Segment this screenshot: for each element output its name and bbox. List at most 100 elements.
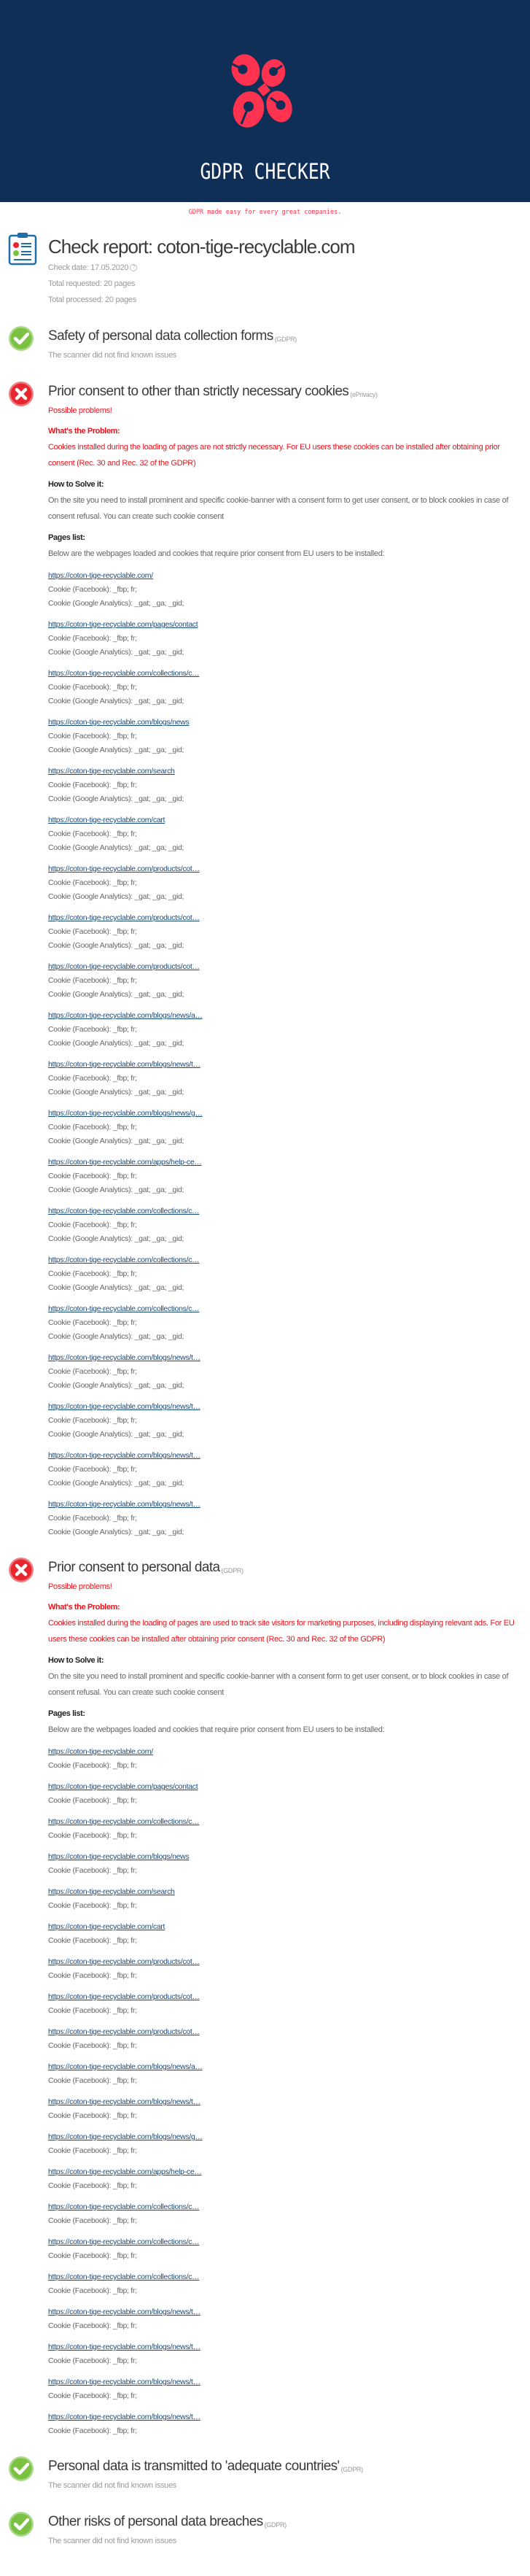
list-item: https://coton-tige-recyclable.com/produc… <box>48 1955 527 1983</box>
page-link[interactable]: https://coton-tige-recyclable.com/produc… <box>48 1990 527 2004</box>
cookie-info: Cookie (Facebook): _fbp; fr; <box>48 1901 137 1910</box>
cookie-info: Cookie (Facebook): _fbp; fr; <box>48 1269 137 1278</box>
regulation-tag: (GDPR) <box>221 1567 244 1574</box>
page-link[interactable]: https://coton-tige-recyclable.com/collec… <box>48 2235 527 2249</box>
list-item: https://coton-tige-recyclable.com/produc… <box>48 960 527 1002</box>
cookie-info: Cookie (Facebook): _fbp; fr; <box>48 1465 137 1474</box>
list-item: https://coton-tige-recyclable.com/Cookie… <box>48 569 527 611</box>
problem-text: Cookies installed during the loading of … <box>48 1619 515 1644</box>
page-link[interactable]: https://coton-tige-recyclable.com/blogs/… <box>48 1449 527 1463</box>
list-item: https://coton-tige-recyclable.com/blogs/… <box>48 1400 527 1442</box>
list-item: https://coton-tige-recyclable.com/collec… <box>48 1302 527 1344</box>
page-link[interactable]: https://coton-tige-recyclable.com/blogs/… <box>48 1850 527 1864</box>
brand-title: GDPR CHECKER <box>200 159 330 184</box>
list-item: https://coton-tige-recyclable.com/collec… <box>48 2200 527 2228</box>
page-link[interactable]: https://coton-tige-recyclable.com/pages/… <box>48 618 527 632</box>
section-status: The scanner did not find known issues <box>48 2537 177 2545</box>
page-link[interactable]: https://coton-tige-recyclable.com/blogs/… <box>48 2375 527 2389</box>
page-link[interactable]: https://coton-tige-recyclable.com/blogs/… <box>48 1400 527 1414</box>
gdpr-checker-logo-icon <box>230 54 292 128</box>
cookie-info: Cookie (Facebook): _fbp; fr; <box>48 1123 137 1132</box>
page-link[interactable]: https://coton-tige-recyclable.com/blogs/… <box>48 2340 527 2354</box>
brand-tagline: GDPR made easy for every great companies… <box>188 209 342 216</box>
page-link[interactable]: https://coton-tige-recyclable.com/blogs/… <box>48 2095 527 2109</box>
page-link[interactable]: https://coton-tige-recyclable.com/blogs/… <box>48 1107 527 1121</box>
page-link[interactable]: https://coton-tige-recyclable.com/blogs/… <box>48 1009 527 1023</box>
page-link[interactable]: https://coton-tige-recyclable.com/collec… <box>48 1253 527 1267</box>
cookie-info: Cookie (Facebook): _fbp; fr; <box>48 2181 137 2190</box>
page-link[interactable]: https://coton-tige-recyclable.com/produc… <box>48 862 527 876</box>
list-item: https://coton-tige-recyclable.com/blogs/… <box>48 2340 527 2368</box>
cookie-info: Cookie (Google Analytics): _gat; _ga; _g… <box>48 941 184 950</box>
page-link[interactable]: https://coton-tige-recyclable.com/cart <box>48 1920 527 1934</box>
list-item: https://coton-tige-recyclable.com/blogs/… <box>48 1107 527 1148</box>
pages-list: https://coton-tige-recyclable.com/Cookie… <box>48 1745 527 2438</box>
regulation-tag: (GDPR) <box>264 2521 287 2529</box>
cookie-info: Cookie (Google Analytics): _gat; _ga; _g… <box>48 1528 184 1536</box>
cookie-info: Cookie (Facebook): _fbp; fr; <box>48 878 137 887</box>
page-link[interactable]: https://coton-tige-recyclable.com/produc… <box>48 1955 527 1969</box>
page-link[interactable]: https://coton-tige-recyclable.com/blogs/… <box>48 716 527 730</box>
cookie-info: Cookie (Facebook): _fbp; fr; <box>48 1221 137 1229</box>
cookie-info: Cookie (Facebook): _fbp; fr; <box>48 2146 137 2155</box>
cookie-info: Cookie (Google Analytics): _gat; _ga; _g… <box>48 1185 184 1194</box>
cookie-info: Cookie (Facebook): _fbp; fr; <box>48 2251 137 2260</box>
page-link[interactable]: https://coton-tige-recyclable.com/apps/h… <box>48 1156 527 1169</box>
page-link[interactable]: https://coton-tige-recyclable.com/produc… <box>48 2025 527 2039</box>
page-link[interactable]: https://coton-tige-recyclable.com/cart <box>48 813 527 827</box>
cookie-info: Cookie (Facebook): _fbp; fr; <box>48 2041 137 2050</box>
list-item: https://coton-tige-recyclable.com/blogs/… <box>48 1009 527 1051</box>
page-link[interactable]: https://coton-tige-recyclable.com/collec… <box>48 1815 527 1829</box>
cookie-info: Cookie (Google Analytics): _gat; _ga; _g… <box>48 990 184 999</box>
page-link[interactable]: https://coton-tige-recyclable.com/blogs/… <box>48 1058 527 1072</box>
page-link[interactable]: https://coton-tige-recyclable.com/blogs/… <box>48 2305 527 2319</box>
cookie-info: Cookie (Facebook): _fbp; fr; <box>48 1831 137 1840</box>
total-requested: Total requested: 20 pages <box>48 279 136 288</box>
page-link[interactable]: https://coton-tige-recyclable.com/collec… <box>48 667 527 681</box>
page-link[interactable]: https://coton-tige-recyclable.com/blogs/… <box>48 2130 527 2144</box>
page-link[interactable]: https://coton-tige-recyclable.com/produc… <box>48 960 527 974</box>
page-link[interactable]: https://coton-tige-recyclable.com/ <box>48 569 527 583</box>
list-item: https://coton-tige-recyclable.com/collec… <box>48 1204 527 1246</box>
cookie-info: Cookie (Google Analytics): _gat; _ga; _g… <box>48 697 184 705</box>
list-item: https://coton-tige-recyclable.com/Cookie… <box>48 1745 527 1773</box>
page-link[interactable]: https://coton-tige-recyclable.com/search <box>48 1885 527 1899</box>
help-icon[interactable]: ? <box>130 264 138 272</box>
section-title: Prior consent to other than strictly nec… <box>48 381 527 403</box>
section-title-text: Safety of personal data collection forms <box>48 328 273 344</box>
page-link[interactable]: https://coton-tige-recyclable.com/collec… <box>48 1302 527 1316</box>
pages-intro: Below are the webpages loaded and cookie… <box>48 549 385 558</box>
page-link[interactable]: https://coton-tige-recyclable.com/collec… <box>48 2200 527 2214</box>
problem-label: What's the Problem: <box>48 427 120 436</box>
page-link[interactable]: https://coton-tige-recyclable.com/blogs/… <box>48 2410 527 2424</box>
regulation-tag: (ePrivacy) <box>350 391 378 398</box>
list-item: https://coton-tige-recyclable.com/pages/… <box>48 618 527 660</box>
list-item: https://coton-tige-recyclable.com/collec… <box>48 667 527 708</box>
cookie-info: Cookie (Google Analytics): _gat; _ga; _g… <box>48 1283 184 1292</box>
cookie-info: Cookie (Facebook): _fbp; fr; <box>48 2006 137 2015</box>
pages-list: https://coton-tige-recyclable.com/Cookie… <box>48 569 527 1539</box>
page-link[interactable]: https://coton-tige-recyclable.com/blogs/… <box>48 1498 527 1512</box>
section-status: The scanner did not find known issues <box>48 351 177 360</box>
check-circle-icon <box>8 325 34 352</box>
page-link[interactable]: https://coton-tige-recyclable.com/blogs/… <box>48 1351 527 1365</box>
page-link[interactable]: https://coton-tige-recyclable.com/collec… <box>48 1204 527 1218</box>
page-link[interactable]: https://coton-tige-recyclable.com/apps/h… <box>48 2165 527 2179</box>
cookie-info: Cookie (Google Analytics): _gat; _ga; _g… <box>48 1332 184 1341</box>
page-link[interactable]: https://coton-tige-recyclable.com/collec… <box>48 2270 527 2284</box>
problem-text: Cookies installed during the loading of … <box>48 443 500 468</box>
list-item: https://coton-tige-recyclable.com/collec… <box>48 1253 527 1295</box>
page-link[interactable]: https://coton-tige-recyclable.com/produc… <box>48 911 527 925</box>
cookie-info: Cookie (Facebook): _fbp; fr; <box>48 1514 137 1523</box>
cookie-info: Cookie (Facebook): _fbp; fr; <box>48 2426 137 2435</box>
page-link[interactable]: https://coton-tige-recyclable.com/search <box>48 765 527 778</box>
cookie-info: Cookie (Google Analytics): _gat; _ga; _g… <box>48 648 184 657</box>
page-link[interactable]: https://coton-tige-recyclable.com/pages/… <box>48 1780 527 1794</box>
cookie-info: Cookie (Google Analytics): _gat; _ga; _g… <box>48 599 184 608</box>
list-item: https://coton-tige-recyclable.com/blogs/… <box>48 1351 527 1393</box>
cookie-info: Cookie (Google Analytics): _gat; _ga; _g… <box>48 1430 184 1439</box>
page-link[interactable]: https://coton-tige-recyclable.com/ <box>48 1745 527 1759</box>
page-link[interactable]: https://coton-tige-recyclable.com/blogs/… <box>48 2060 527 2074</box>
check-date: Check date: 17.05.2020? <box>48 260 527 276</box>
cookie-info: Cookie (Facebook): _fbp; fr; <box>48 2076 137 2085</box>
